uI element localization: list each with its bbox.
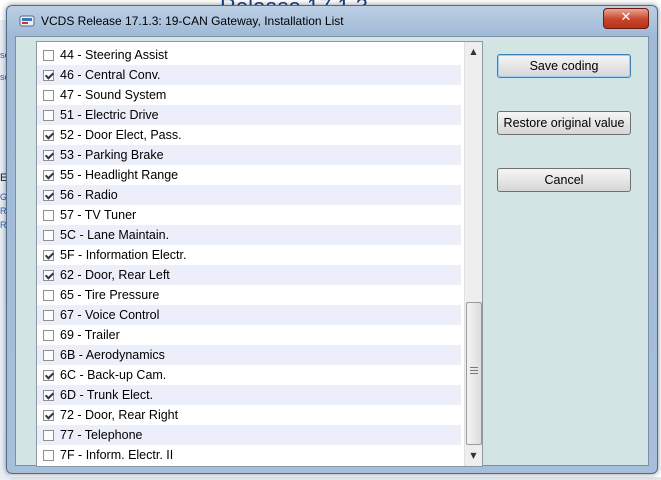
list-item-checkbox[interactable] xyxy=(43,449,54,461)
list-item[interactable]: 72 - Door, Rear Right xyxy=(37,405,461,425)
list-item-label: 69 - Trailer xyxy=(60,328,120,342)
list-item-label: 46 - Central Conv. xyxy=(60,68,161,82)
list-item[interactable]: 56 - Radio xyxy=(37,185,461,205)
list-item-checkbox[interactable] xyxy=(43,109,54,121)
list-item-label: 6B - Aerodynamics xyxy=(60,348,165,362)
list-item-label: 53 - Parking Brake xyxy=(60,148,164,162)
list-item-label: 7F - Inform. Electr. II xyxy=(60,448,174,462)
list-item[interactable]: 47 - Sound System xyxy=(37,85,461,105)
list-item-checkbox[interactable] xyxy=(43,229,54,241)
list-item-checkbox[interactable] xyxy=(43,89,54,101)
list-item-label: 6C - Back-up Cam. xyxy=(60,368,167,382)
list-item[interactable]: 77 - Telephone xyxy=(37,425,461,445)
list-item[interactable]: 7F - Inform. Electr. II xyxy=(37,445,461,465)
list-item-checkbox[interactable] xyxy=(43,429,54,441)
list-item-label: 67 - Voice Control xyxy=(60,308,160,322)
title-bar[interactable]: VCDS Release 17.1.3: 19-CAN Gateway, Ins… xyxy=(7,6,657,36)
installation-list[interactable]: 44 - Steering Assist 46 - Central Conv. 47… xyxy=(36,41,483,467)
window-title: VCDS Release 17.1.3: 19-CAN Gateway, Ins… xyxy=(41,14,344,28)
list-item[interactable]: 67 - Voice Control xyxy=(37,305,461,325)
scrollbar-thumb[interactable] xyxy=(466,302,482,445)
list-item-checkbox[interactable] xyxy=(43,149,54,161)
list-item-checkbox[interactable] xyxy=(43,49,54,61)
list-item-label: 62 - Door, Rear Left xyxy=(60,268,170,282)
list-item-checkbox[interactable] xyxy=(43,309,54,321)
list-item-checkbox[interactable] xyxy=(43,249,54,261)
list-item[interactable]: 51 - Electric Drive xyxy=(37,105,461,125)
list-item-label: 5C - Lane Maintain. xyxy=(60,228,170,242)
close-icon: ✕ xyxy=(620,10,632,25)
list-item-checkbox[interactable] xyxy=(43,329,54,341)
scroll-down-arrow-icon[interactable]: ▼ xyxy=(465,447,482,464)
installation-list-dialog: VCDS Release 17.1.3: 19-CAN Gateway, Ins… xyxy=(6,5,658,474)
list-item-checkbox[interactable] xyxy=(43,129,54,141)
list-item[interactable]: 46 - Central Conv. xyxy=(37,65,461,85)
list-item-label: 51 - Electric Drive xyxy=(60,108,159,122)
list-item[interactable]: 5C - Lane Maintain. xyxy=(37,225,461,245)
list-item[interactable]: 69 - Trailer xyxy=(37,325,461,345)
list-item[interactable]: 52 - Door Elect, Pass. xyxy=(37,125,461,145)
list-item-checkbox[interactable] xyxy=(43,369,54,381)
list-item-label: 52 - Door Elect, Pass. xyxy=(60,128,182,142)
list-item-checkbox[interactable] xyxy=(43,169,54,181)
list-item-checkbox[interactable] xyxy=(43,269,54,281)
list-item-label: 5F - Information Electr. xyxy=(60,248,187,262)
dialog-client-area: 44 - Steering Assist 46 - Central Conv. 47… xyxy=(15,36,649,467)
list-item-checkbox[interactable] xyxy=(43,189,54,201)
restore-original-value-button[interactable]: Restore original value xyxy=(497,111,631,135)
vcds-app-icon xyxy=(19,15,35,27)
save-coding-button[interactable]: Save coding xyxy=(497,54,631,78)
list-item[interactable]: 65 - Tire Pressure xyxy=(37,285,461,305)
list-item-checkbox[interactable] xyxy=(43,289,54,301)
list-item-label: 6D - Trunk Elect. xyxy=(60,388,154,402)
list-item[interactable]: 55 - Headlight Range xyxy=(37,165,461,185)
vertical-scrollbar[interactable]: ▲ ▼ xyxy=(464,42,482,466)
list-item[interactable]: 53 - Parking Brake xyxy=(37,145,461,165)
list-item-label: 55 - Headlight Range xyxy=(60,168,179,182)
list-item-label: 56 - Radio xyxy=(60,188,118,202)
list-item-checkbox[interactable] xyxy=(43,389,54,401)
installation-list-rows: 44 - Steering Assist 46 - Central Conv. 47… xyxy=(37,45,461,465)
list-item[interactable]: 5F - Information Electr. xyxy=(37,245,461,265)
list-item[interactable]: 57 - TV Tuner xyxy=(37,205,461,225)
list-item-checkbox[interactable] xyxy=(43,69,54,81)
scrollbar-grip-icon xyxy=(470,367,478,374)
list-item-label: 44 - Steering Assist xyxy=(60,48,168,62)
list-item-label: 77 - Telephone xyxy=(60,428,143,442)
list-item-checkbox[interactable] xyxy=(43,349,54,361)
list-item[interactable]: 6B - Aerodynamics xyxy=(37,345,461,365)
scroll-up-arrow-icon[interactable]: ▲ xyxy=(465,43,482,60)
list-item-checkbox[interactable] xyxy=(43,209,54,221)
close-button[interactable]: ✕ xyxy=(603,8,649,29)
list-item[interactable]: 6C - Back-up Cam. xyxy=(37,365,461,385)
list-item-label: 72 - Door, Rear Right xyxy=(60,408,179,422)
list-item[interactable]: 62 - Door, Rear Left xyxy=(37,265,461,285)
list-item-label: 47 - Sound System xyxy=(60,88,167,102)
list-item[interactable]: 44 - Steering Assist xyxy=(37,45,461,65)
list-item[interactable]: 6D - Trunk Elect. xyxy=(37,385,461,405)
list-item-checkbox[interactable] xyxy=(43,409,54,421)
cancel-button[interactable]: Cancel xyxy=(497,168,631,192)
list-item-label: 57 - TV Tuner xyxy=(60,208,137,222)
list-item-label: 65 - Tire Pressure xyxy=(60,288,160,302)
